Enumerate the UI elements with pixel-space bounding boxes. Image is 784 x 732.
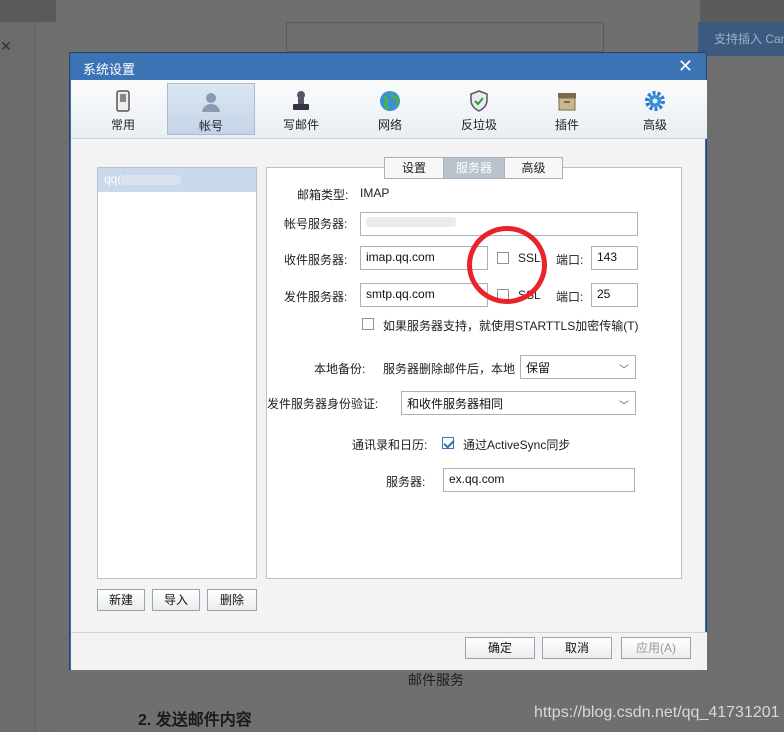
settings-dialog: 系统设置 ✕ 常用 帐号 写邮件 网络 反垃圾 插件 高级 qq(新建 导入 … [70,53,707,670]
incoming-server-label: 收件服务器: [284,253,348,267]
nav-item-label: 高级 [642,118,667,132]
auth-select-value: 和收件服务器相同 [407,397,504,411]
document-image-frame [286,22,604,52]
nav-item-label: 写邮件 [282,118,319,132]
close-icon: ✕ [0,38,12,54]
account-name: qq( [104,172,122,186]
sync-server-label: 服务器: [386,475,426,489]
activesync-label: 通过ActiveSync同步 [463,438,571,452]
apply-button[interactable]: 应用(A) [621,637,691,659]
editor-side-pane [0,22,36,732]
user-icon [202,93,220,112]
backup-label: 本地备份: [314,362,366,376]
settings-nav: 常用 帐号 写邮件 网络 反垃圾 插件 高级 [71,80,707,139]
insert-button: 支持插入 Can [698,22,784,56]
nav-item-label: 插件 [554,118,579,132]
document-heading: 2. 发送邮件内容 [138,712,252,729]
nav-item-compose[interactable]: 写邮件 [257,83,345,135]
nav-item-advanced[interactable]: 高级 [611,83,699,135]
account-list[interactable]: qq( [97,167,257,579]
delete-account-button[interactable]: 删除 [207,589,257,611]
backup-desc: 服务器删除邮件后，本地 [383,362,516,376]
auth-select[interactable]: 和收件服务器相同 ﹀ [401,391,636,415]
auth-label: 发件服务器身份验证: [267,397,379,411]
outgoing-server-field[interactable]: smtp.qq.com [360,283,488,307]
account-list-item[interactable]: qq( [98,168,256,192]
outgoing-port-label: 端口: [556,290,584,304]
starttls-checkbox[interactable] [362,318,374,330]
mailbox-type-value: IMAP [360,186,390,200]
outgoing-server-label: 发件服务器: [284,290,348,304]
dialog-close-button[interactable]: ✕ [678,56,693,77]
nav-item-label: 帐号 [198,119,223,133]
cancel-button[interactable]: 取消 [542,637,612,659]
stamp-icon [293,91,309,110]
mailbox-type-label: 邮箱类型: [297,188,349,202]
nav-item-label: 网络 [377,118,402,132]
new-account-button[interactable]: 新建 [97,589,145,611]
watermark: https://blog.csdn.net/qq_41731201 [534,704,780,721]
sync-server-field[interactable]: ex.qq.com [443,468,635,492]
nav-item-general[interactable]: 常用 [79,83,167,135]
incoming-port-field[interactable]: 143 [591,246,638,270]
incoming-port-label: 端口: [556,253,584,267]
phone-icon [116,90,130,112]
chevron-down-icon: ﹀ [619,401,629,412]
subtab-settings[interactable]: 设置 [384,157,444,179]
dialog-titlebar: 系统设置 ✕ [71,54,705,80]
sync-label: 通讯录和日历: [352,438,428,452]
globe-icon [380,91,400,111]
redacted-text [366,217,456,227]
nav-item-antispam[interactable]: 反垃圾 [435,83,523,135]
account-server-label: 帐号服务器: [284,217,348,231]
nav-item-label: 反垃圾 [460,118,497,132]
activesync-checkbox[interactable] [442,437,454,449]
nav-item-plugins[interactable]: 插件 [523,83,611,135]
import-account-button[interactable]: 导入 [152,589,200,611]
starttls-label: 如果服务器支持，就使用STARTTLS加密传输(T) [383,319,639,333]
chevron-down-icon: ﹀ [619,365,629,376]
dialog-title: 系统设置 [83,62,136,77]
ok-button[interactable]: 确定 [465,637,535,659]
outgoing-port-field[interactable]: 25 [591,283,638,307]
nav-item-label: 常用 [110,118,135,132]
document-caption: 邮件服务 [408,672,464,688]
backup-select-value: 保留 [526,361,551,375]
highlight-circle [467,226,547,304]
subtab-advanced[interactable]: 高级 [504,157,563,179]
redacted-text [121,174,182,185]
backup-select[interactable]: 保留 ﹀ [520,355,636,379]
nav-item-network[interactable]: 网络 [346,83,434,135]
box-icon [558,93,576,111]
shield-icon [470,90,488,112]
gear-icon [645,91,665,111]
subtab-server[interactable]: 服务器 [443,157,505,179]
nav-item-account[interactable]: 帐号 [167,83,255,135]
